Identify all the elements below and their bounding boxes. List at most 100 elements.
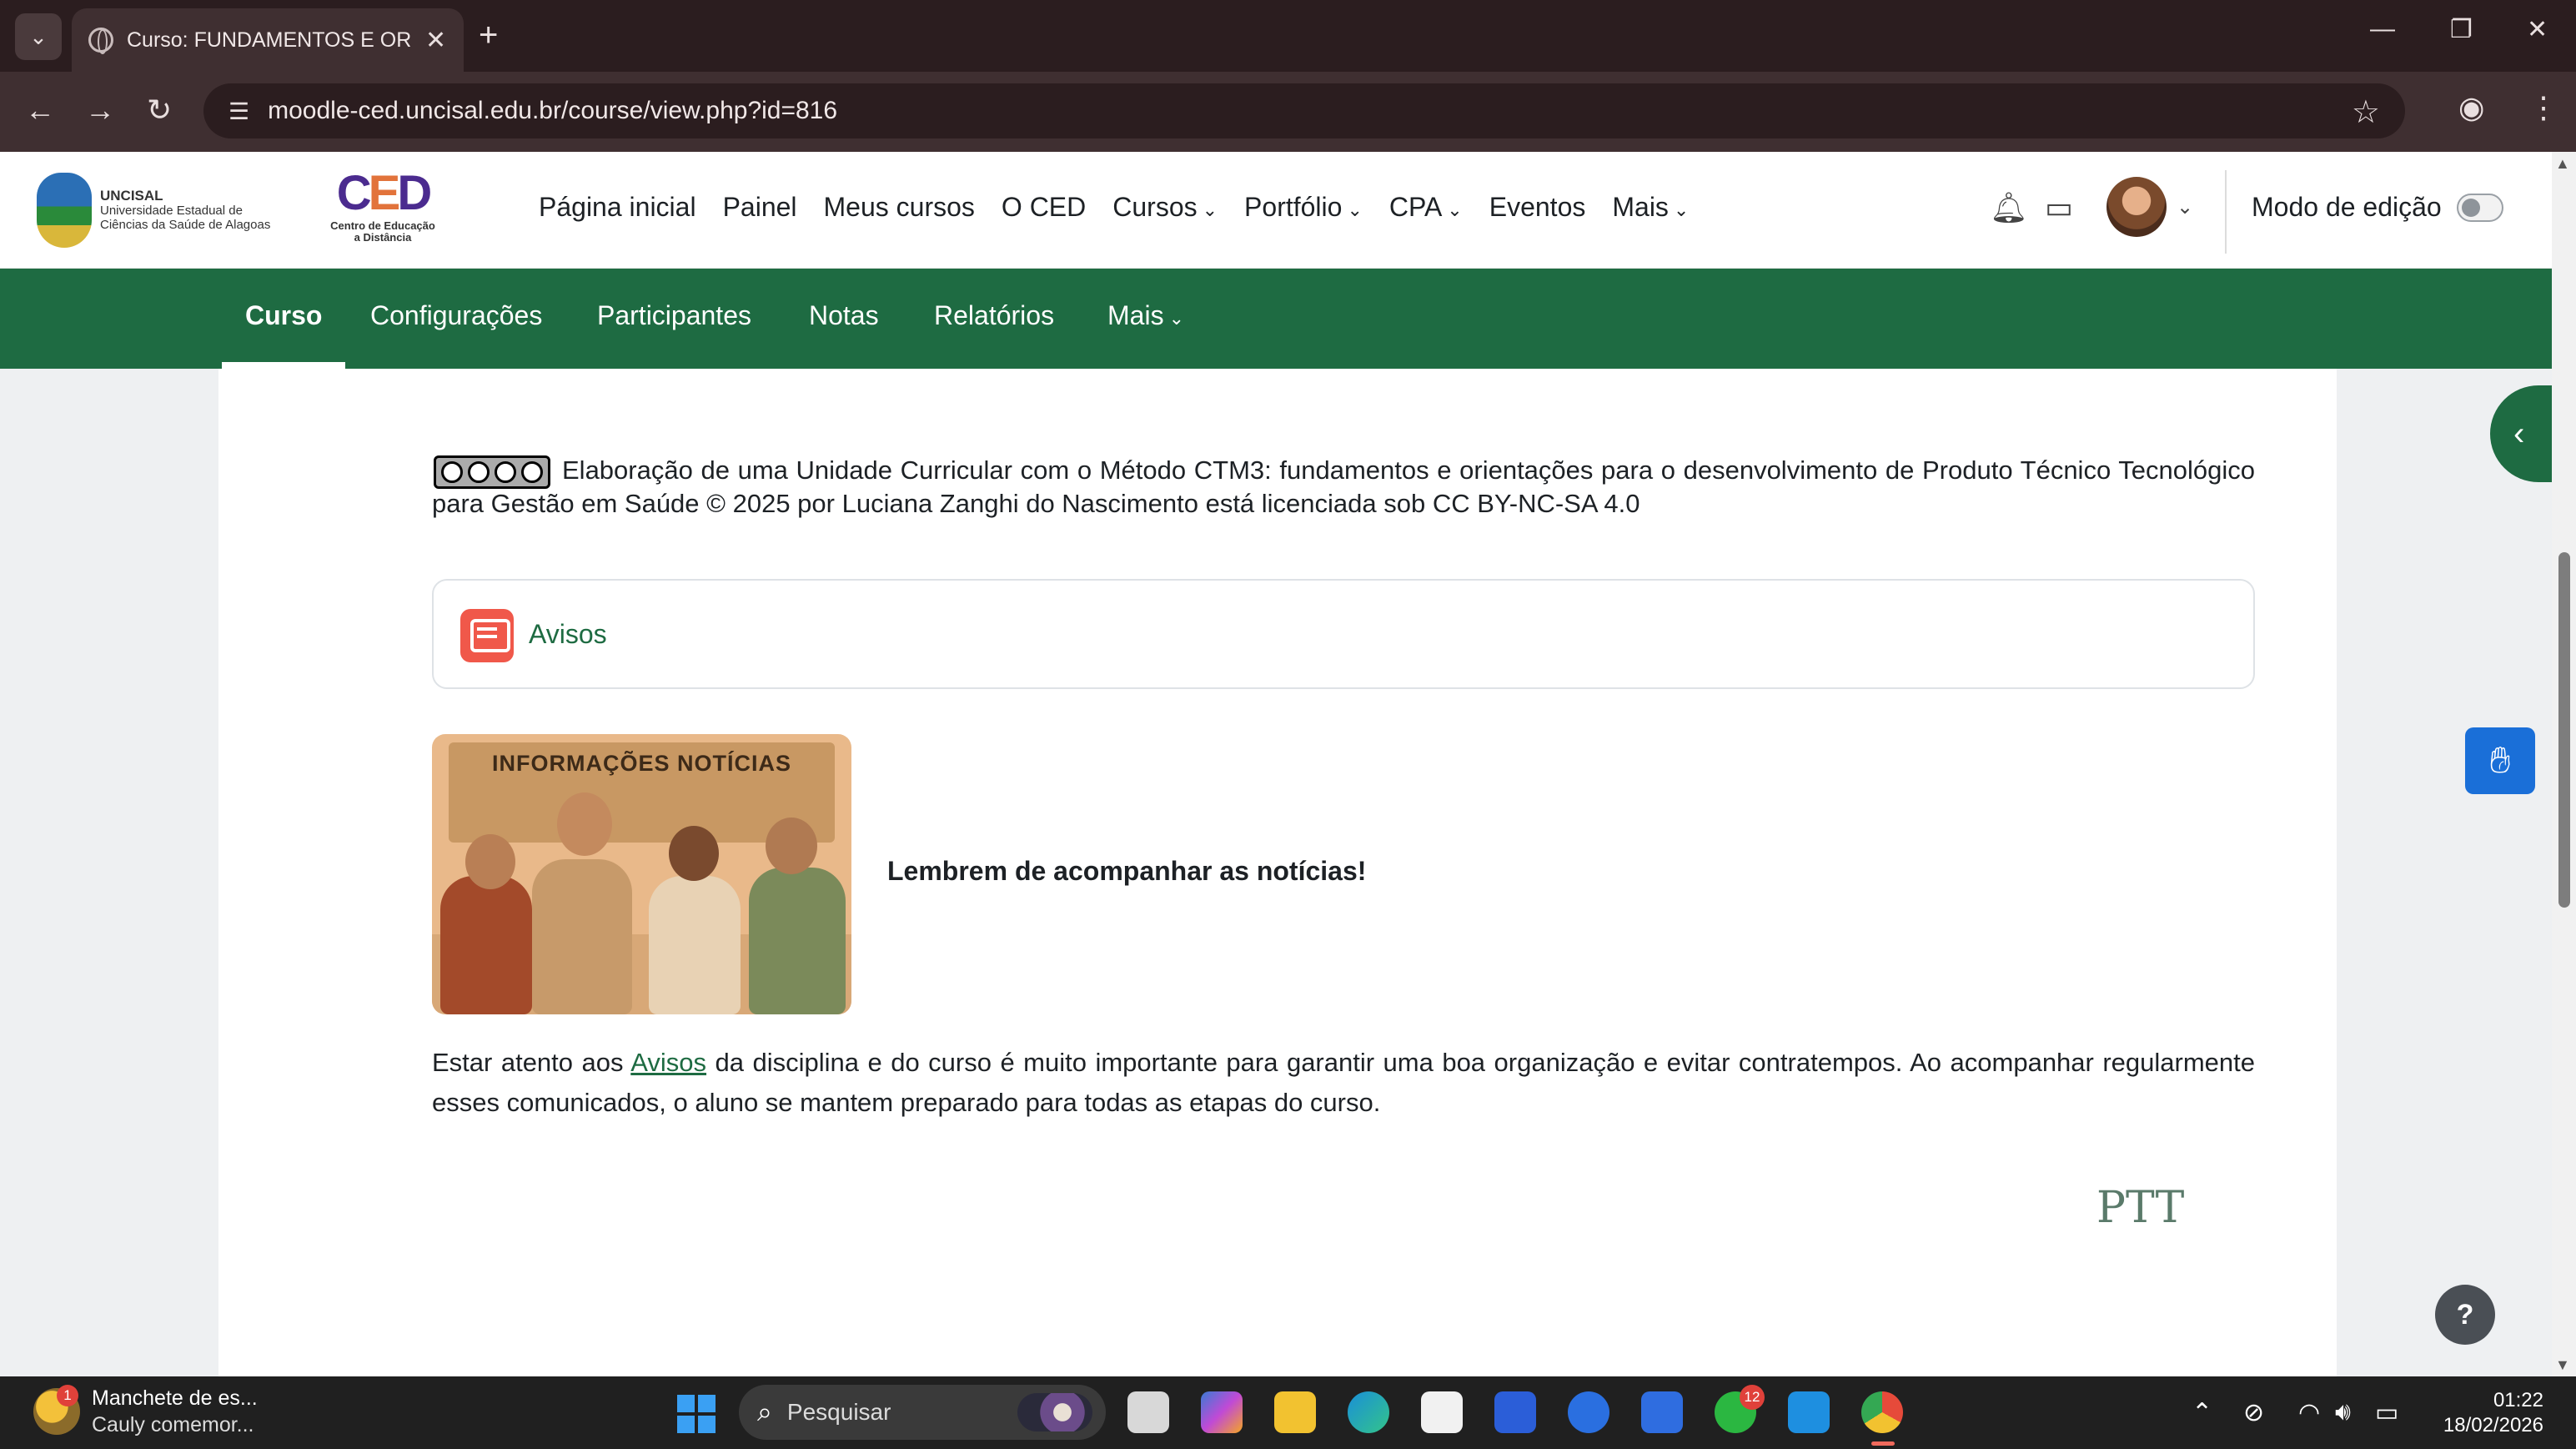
menu-cpa-label: CPA xyxy=(1388,192,1443,222)
tab-curso[interactable]: Curso xyxy=(245,300,322,331)
address-bar[interactable]: ☰ moodle-ced.uncisal.edu.br/course/view.… xyxy=(203,83,2405,138)
edge-browser-icon[interactable] xyxy=(1348,1391,1389,1433)
news-title: Manchete de es... xyxy=(92,1386,258,1410)
ced-logo[interactable]: CED Centro de Educação a Distância xyxy=(320,167,445,254)
uncisal-crest-icon xyxy=(37,173,92,248)
uncisal-logo[interactable]: UNCISAL Universidade Estadual de Ciência… xyxy=(37,167,304,254)
sync-app-icon[interactable] xyxy=(1568,1391,1609,1433)
wifi-icon[interactable]: ◠ xyxy=(2298,1398,2320,1427)
taskbar-search-placeholder: Pesquisar xyxy=(786,1399,891,1425)
tray-chevron-up-icon[interactable]: ⌃ xyxy=(2192,1398,2212,1427)
avisos-link[interactable]: Avisos xyxy=(529,619,607,650)
bookmark-star-icon[interactable]: ☆ xyxy=(2352,93,2380,131)
taskbar-search[interactable]: ⌕ Pesquisar xyxy=(739,1385,1106,1440)
navbar-divider xyxy=(2225,170,2227,254)
menu-portfolio-dropdown[interactable]: Portfólio ⌄ xyxy=(1244,192,1363,223)
calculator-app-icon[interactable] xyxy=(1788,1391,1830,1433)
restore-button[interactable]: ❐ xyxy=(2450,15,2473,44)
menu-painel[interactable]: Painel xyxy=(723,192,797,223)
task-view-icon[interactable] xyxy=(1127,1391,1169,1433)
new-tab-button[interactable]: + xyxy=(479,17,498,53)
active-app-indicator xyxy=(1871,1441,1895,1446)
chevron-down-icon: ⌄ xyxy=(1168,308,1184,329)
clock-time: 01:22 xyxy=(2493,1389,2543,1411)
menu-cpa-dropdown[interactable]: CPA ⌄ xyxy=(1389,192,1463,223)
location-off-icon[interactable]: ⊘ xyxy=(2243,1398,2264,1427)
course-secondary-nav: Curso Configurações Participantes Notas … xyxy=(0,269,2552,369)
search-highlight-icon xyxy=(1017,1393,1092,1431)
file-explorer-icon[interactable] xyxy=(1274,1391,1316,1433)
vlibras-accessibility-hand-icon[interactable]: ✋︎ xyxy=(2465,727,2535,794)
edit-mode-toggle[interactable] xyxy=(2457,194,2503,222)
menu-cursos-dropdown[interactable]: Cursos ⌄ xyxy=(1112,192,1218,223)
photos-app-icon[interactable] xyxy=(1641,1391,1683,1433)
tab-configuracoes[interactable]: Configurações xyxy=(370,300,542,331)
scroll-down-arrow-icon[interactable]: ▼ xyxy=(2555,1356,2570,1374)
windows-start-icon[interactable] xyxy=(677,1395,716,1433)
avisos-activity-card[interactable]: Avisos xyxy=(432,579,2255,689)
forward-arrow-icon[interactable]: → xyxy=(85,90,115,130)
ptt-logo: PTT xyxy=(2096,1183,2188,1291)
microsoft-store-icon[interactable] xyxy=(1421,1391,1463,1433)
windows-taskbar: 1 Manchete de es... Cauly comemor... ⌕ P… xyxy=(0,1376,2576,1449)
page-scrollbar[interactable]: ▲ ▼ xyxy=(2552,152,2576,1376)
chrome-icon[interactable] xyxy=(1861,1391,1903,1433)
active-tab-indicator xyxy=(222,362,345,369)
browser-tabstrip: ⌄ Curso: FUNDAMENTOS E ORIEN ✕ + — ❐ ✕ xyxy=(0,0,2576,72)
system-clock[interactable]: 01:22 18/02/2026 xyxy=(2435,1388,2543,1438)
tab-participantes[interactable]: Participantes xyxy=(597,300,751,331)
chevron-down-icon: ⌄ xyxy=(1447,199,1463,220)
reminder-text: Lembrem de acompanhar as notícias! xyxy=(887,856,1367,886)
whatsapp-icon[interactable]: 12 xyxy=(1715,1385,1765,1433)
menu-mais-dropdown[interactable]: Mais ⌄ xyxy=(1612,192,1689,223)
avisos-inline-link[interactable]: Avisos xyxy=(630,1048,706,1077)
site-settings-icon[interactable]: ☰ xyxy=(228,98,249,125)
news-badge: 1 xyxy=(57,1385,78,1406)
messages-chat-icon[interactable]: ▭ xyxy=(2045,190,2073,225)
volume-icon[interactable]: 🔊︎ xyxy=(2335,1398,2351,1426)
menu-eventos[interactable]: Eventos xyxy=(1489,192,1586,223)
tab-close-icon[interactable]: ✕ xyxy=(425,26,446,55)
tab-relatorios[interactable]: Relatórios xyxy=(934,300,1054,331)
back-arrow-icon[interactable]: ← xyxy=(25,90,55,130)
tab-mais-label: Mais xyxy=(1107,300,1164,330)
help-button[interactable]: ? xyxy=(2435,1285,2495,1345)
menu-meus-cursos[interactable]: Meus cursos xyxy=(824,192,975,223)
menu-pagina-inicial[interactable]: Página inicial xyxy=(539,192,696,223)
tab-list-button[interactable]: ⌄ xyxy=(15,13,62,60)
uncisal-short-name: UNCISAL xyxy=(100,188,163,204)
uncisal-name-line2: Ciências da Saúde de Alagoas xyxy=(100,218,271,232)
minimize-button[interactable]: — xyxy=(2370,15,2395,43)
para-before: Estar atento aos xyxy=(432,1048,631,1077)
window-close-button[interactable]: ✕ xyxy=(2527,15,2548,44)
tab-notas[interactable]: Notas xyxy=(809,300,879,331)
profile-icon[interactable]: ◉ xyxy=(2458,90,2484,125)
menu-mais-label: Mais xyxy=(1612,192,1669,222)
battery-icon[interactable]: ▭ xyxy=(2375,1398,2398,1427)
menu-portfolio-label: Portfólio xyxy=(1244,192,1343,222)
scroll-up-arrow-icon[interactable]: ▲ xyxy=(2555,155,2570,173)
menu-kebab-icon[interactable]: ⋮ xyxy=(2528,90,2558,125)
tab-mais-dropdown[interactable]: Mais ⌄ xyxy=(1107,300,1184,331)
forum-icon xyxy=(460,609,514,662)
tab-title: Curso: FUNDAMENTOS E ORIEN xyxy=(127,28,410,52)
globe-icon xyxy=(88,28,113,54)
notifications-bell-icon[interactable]: 🔔︎ xyxy=(1990,190,2028,225)
url-text[interactable]: moodle-ced.uncisal.edu.br/course/view.ph… xyxy=(268,97,837,125)
news-subtitle: Cauly comemor... xyxy=(92,1413,254,1436)
menu-o-ced[interactable]: O CED xyxy=(1002,192,1086,223)
user-avatar[interactable] xyxy=(2106,177,2167,237)
scrollbar-thumb[interactable] xyxy=(2558,552,2570,908)
license-statement: Elaboração de uma Unidade Curricular com… xyxy=(432,455,2255,518)
search-icon: ⌕ xyxy=(757,1396,772,1426)
ced-name-line2: a Distância xyxy=(354,231,412,244)
whatsapp-badge: 12 xyxy=(1740,1385,1765,1410)
browser-tab-active[interactable]: Curso: FUNDAMENTOS E ORIEN ✕ xyxy=(72,8,464,72)
news-widget[interactable]: 1 Manchete de es... Cauly comemor... xyxy=(33,1385,258,1438)
info-paragraph: Estar atento aos Avisos da disciplina e … xyxy=(432,1043,2255,1123)
reload-icon[interactable]: ↻ xyxy=(147,90,172,130)
chevron-down-icon[interactable]: ⌄ xyxy=(2177,195,2193,219)
uncisal-name-line1: Universidade Estadual de xyxy=(100,204,243,218)
copilot-icon[interactable] xyxy=(1201,1391,1243,1433)
app-icon-blue[interactable] xyxy=(1494,1391,1536,1433)
